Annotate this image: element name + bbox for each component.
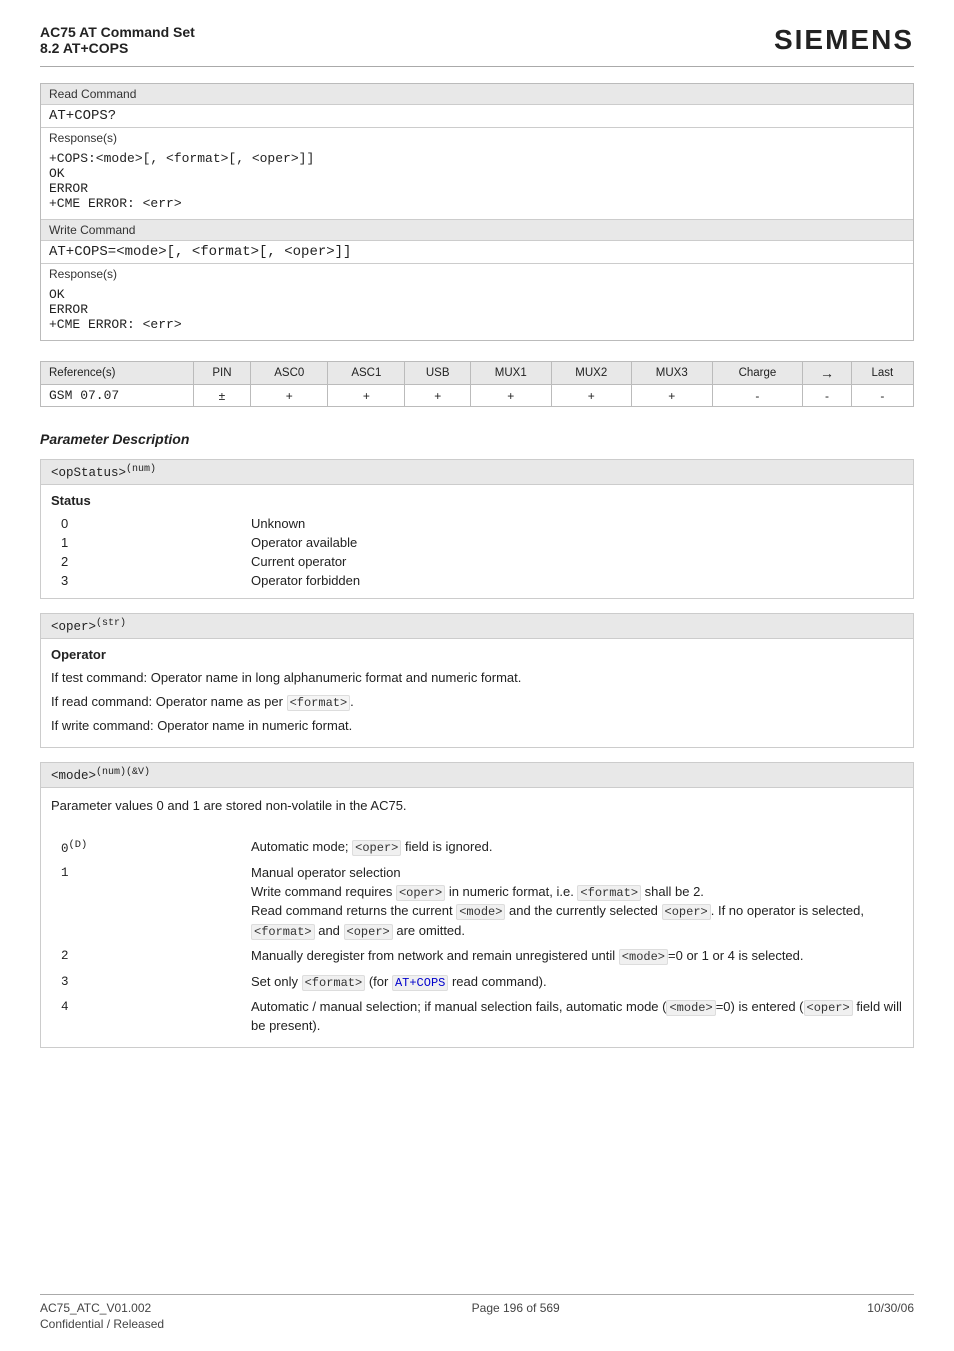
param-mode-header: <mode>(num)(&V) <box>41 763 913 788</box>
mode-val-0: 0(D) <box>51 835 251 861</box>
table-row: 2 Current operator <box>51 552 903 571</box>
param-mode-content: Parameter values 0 and 1 are stored non-… <box>41 788 913 1047</box>
header-right: SIEMENS <box>774 24 914 56</box>
param-opstatus-subtitle: Status <box>51 493 903 508</box>
param-oper-block: <oper>(str) Operator If test command: Op… <box>40 613 914 748</box>
opstatus-val-3: 3 <box>51 571 251 590</box>
param-oper-subtitle: Operator <box>51 647 903 662</box>
table-row: 1 Manual operator selection Write comman… <box>51 861 903 944</box>
ref-col-arrow: → <box>803 362 851 385</box>
opstatus-desc-0: Unknown <box>251 514 903 533</box>
opstatus-val-1: 1 <box>51 533 251 552</box>
write-command-label: Write Command <box>41 220 913 241</box>
ref-cell-charge: - <box>712 385 803 407</box>
mode-desc-2: Manually deregister from network and rem… <box>251 944 903 969</box>
ref-col-pin: PIN <box>193 362 251 385</box>
ref-col-mux1: MUX1 <box>471 362 552 385</box>
write-command-code: AT+COPS=<mode>[, <format>[, <oper>]] <box>41 241 913 264</box>
ref-col-usb: USB <box>405 362 471 385</box>
write-response-block: OK ERROR +CME ERROR: <err> <box>41 284 913 340</box>
ref-cell-asc0: + <box>251 385 328 407</box>
param-opstatus-content: Status 0 Unknown 1 Operator available 2 … <box>41 485 913 598</box>
opstatus-val-0: 0 <box>51 514 251 533</box>
ref-col-mux3: MUX3 <box>632 362 713 385</box>
footer-page: Page 196 of 569 <box>472 1301 560 1331</box>
param-mode-block: <mode>(num)(&V) Parameter values 0 and 1… <box>40 762 914 1048</box>
ref-col-asc0: ASC0 <box>251 362 328 385</box>
footer-doc-id: AC75_ATC_V01.002 <box>40 1301 164 1315</box>
opstatus-table: 0 Unknown 1 Operator available 2 Current… <box>51 514 903 590</box>
write-response-label: Response(s) <box>41 264 913 284</box>
opstatus-val-2: 2 <box>51 552 251 571</box>
mode-val-4: 4 <box>51 995 251 1039</box>
mode-desc-3: Set only <format> (for AT+COPS read comm… <box>251 970 903 995</box>
opstatus-desc-3: Operator forbidden <box>251 571 903 590</box>
doc-subtitle: 8.2 AT+COPS <box>40 40 195 56</box>
param-oper-desc-1: If test command: Operator name in long a… <box>51 668 903 688</box>
doc-title: AC75 AT Command Set <box>40 24 195 40</box>
footer-left: AC75_ATC_V01.002 Confidential / Released <box>40 1301 164 1331</box>
param-oper-desc-2: If read command: Operator name as per <f… <box>51 692 903 712</box>
ref-row-name: GSM 07.07 <box>41 385 194 407</box>
param-oper-content: Operator If test command: Operator name … <box>41 639 913 747</box>
table-row: 3 Set only <format> (for AT+COPS read co… <box>51 970 903 995</box>
ref-cell-pin: ± <box>193 385 251 407</box>
mode-desc-0: Automatic mode; <oper> field is ignored. <box>251 835 903 861</box>
read-response-label: Response(s) <box>41 128 913 148</box>
footer-status: Confidential / Released <box>40 1317 164 1331</box>
command-table: Read Command AT+COPS? Response(s) +COPS:… <box>40 83 914 341</box>
page-header: AC75 AT Command Set 8.2 AT+COPS SIEMENS <box>40 24 914 56</box>
mode-table: 0(D) Automatic mode; <oper> field is ign… <box>51 835 903 1039</box>
opstatus-desc-1: Operator available <box>251 533 903 552</box>
param-opstatus-block: <opStatus>(num) Status 0 Unknown 1 Opera… <box>40 459 914 599</box>
table-row: 4 Automatic / manual selection; if manua… <box>51 995 903 1039</box>
header-left: AC75 AT Command Set 8.2 AT+COPS <box>40 24 195 56</box>
ref-cell-mux1: + <box>471 385 552 407</box>
mode-desc-4: Automatic / manual selection; if manual … <box>251 995 903 1039</box>
brand-logo: SIEMENS <box>774 24 914 56</box>
ref-cell-last: - <box>851 385 913 407</box>
ref-col-asc1: ASC1 <box>328 362 405 385</box>
mode-desc-1: Manual operator selection Write command … <box>251 861 903 944</box>
read-command-code: AT+COPS? <box>41 105 913 128</box>
ref-cell-mux2: + <box>551 385 632 407</box>
ref-col-charge: Charge <box>712 362 803 385</box>
ref-cell-usb: + <box>405 385 471 407</box>
mode-val-2: 2 <box>51 944 251 969</box>
ref-col-name: Reference(s) <box>41 362 194 385</box>
ref-cell-mux3: + <box>632 385 713 407</box>
ref-cell-arrow: - <box>803 385 851 407</box>
param-oper-header: <oper>(str) <box>41 614 913 639</box>
table-row: 3 Operator forbidden <box>51 571 903 590</box>
param-mode-intro: Parameter values 0 and 1 are stored non-… <box>51 796 903 816</box>
section-title: Parameter Description <box>40 431 914 447</box>
reference-table: Reference(s) PIN ASC0 ASC1 USB MUX1 MUX2… <box>40 361 914 407</box>
read-response-block: +COPS:<mode>[, <format>[, <oper>]] OK ER… <box>41 148 913 220</box>
table-row: 0 Unknown <box>51 514 903 533</box>
param-oper-desc-3: If write command: Operator name in numer… <box>51 716 903 736</box>
table-row: 2 Manually deregister from network and r… <box>51 944 903 969</box>
footer-date: 10/30/06 <box>867 1301 914 1331</box>
opstatus-desc-2: Current operator <box>251 552 903 571</box>
ref-col-mux2: MUX2 <box>551 362 632 385</box>
page-footer: AC75_ATC_V01.002 Confidential / Released… <box>40 1294 914 1331</box>
table-row: 1 Operator available <box>51 533 903 552</box>
param-opstatus-header: <opStatus>(num) <box>41 460 913 485</box>
ref-col-last: Last <box>851 362 913 385</box>
read-command-label: Read Command <box>41 84 913 105</box>
mode-val-3: 3 <box>51 970 251 995</box>
header-divider <box>40 66 914 67</box>
mode-val-1: 1 <box>51 861 251 944</box>
table-row: GSM 07.07 ± + + + + + + - - - <box>41 385 914 407</box>
table-row: 0(D) Automatic mode; <oper> field is ign… <box>51 835 903 861</box>
ref-cell-asc1: + <box>328 385 405 407</box>
